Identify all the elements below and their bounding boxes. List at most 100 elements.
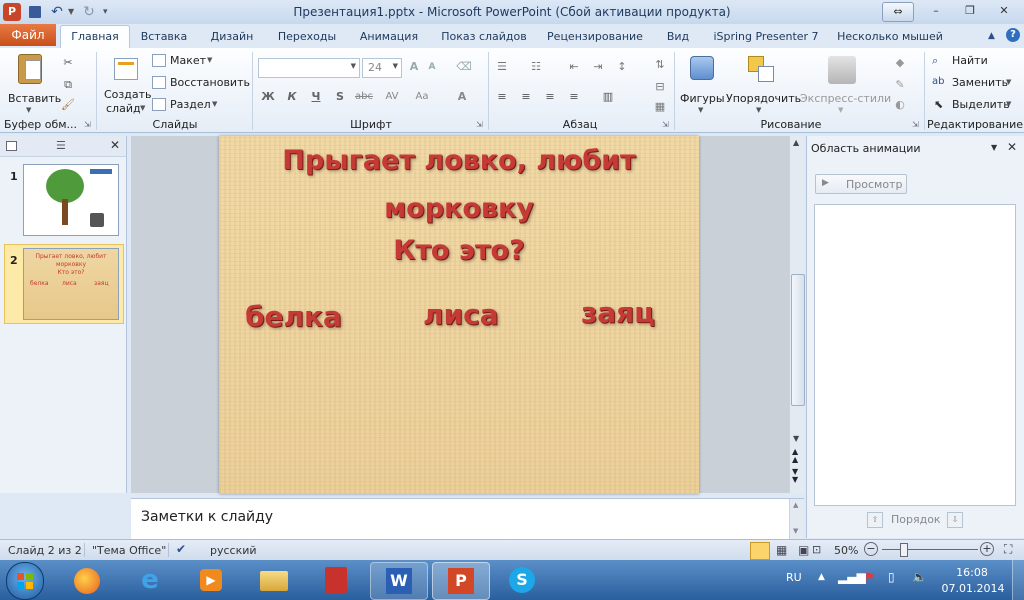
restore-ribbon-button[interactable]: ⇔ <box>882 2 914 22</box>
pane-options-icon[interactable]: ▼ <box>991 143 997 152</box>
zoom-out-icon[interactable]: − <box>864 542 878 556</box>
copy-icon[interactable]: ⧉ <box>60 78 76 92</box>
preview-button[interactable]: ▶ Просмотр <box>815 174 907 194</box>
taskbar-explorer[interactable] <box>246 562 302 598</box>
paragraph-launcher-icon[interactable]: ⇲ <box>662 120 669 129</box>
bullets-icon[interactable]: ☰ <box>494 60 510 74</box>
tab-insert[interactable]: Вставка <box>134 27 194 47</box>
scroll-down-icon[interactable]: ▼ <box>793 434 799 443</box>
close-animation-pane-icon[interactable]: ✕ <box>1007 140 1017 154</box>
tab-view[interactable]: Вид <box>660 27 696 47</box>
show-desktop-button[interactable] <box>1012 560 1024 600</box>
slide-question-line-1[interactable]: Прыгает ловко, любит <box>219 146 699 176</box>
language-indicator[interactable]: русский <box>210 544 257 557</box>
align-right-icon[interactable]: ≡ <box>542 90 558 104</box>
minimize-button[interactable]: – <box>924 2 948 20</box>
text-direction-icon[interactable]: ⇅ <box>652 58 668 72</box>
normal-view-icon[interactable] <box>750 542 770 560</box>
zoom-slider-track[interactable] <box>882 549 978 550</box>
scroll-thumb[interactable] <box>791 274 805 406</box>
vertical-scrollbar[interactable]: ▲ ▼ ▲ ▲ ▼ ▼ <box>789 136 805 493</box>
tab-design[interactable]: Дизайн <box>204 27 260 47</box>
bold-button[interactable]: Ж <box>260 90 276 104</box>
device-icon[interactable]: ▯ <box>888 570 895 584</box>
collapse-ribbon-icon[interactable]: ▲ <box>988 31 995 41</box>
align-center-icon[interactable]: ≡ <box>518 90 534 104</box>
shrink-font-icon[interactable]: A <box>424 60 440 74</box>
tab-slideshow[interactable]: Показ слайдов <box>438 27 530 47</box>
decrease-indent-icon[interactable]: ⇤ <box>566 60 582 74</box>
tab-animation[interactable]: Анимация <box>354 27 424 47</box>
maximize-button[interactable]: ❐ <box>958 2 982 20</box>
tab-review[interactable]: Рецензирование <box>544 27 646 47</box>
slide-question-line-2[interactable]: морковку <box>219 194 699 224</box>
drawing-launcher-icon[interactable]: ⇲ <box>912 120 919 129</box>
clear-format-icon[interactable]: ⌫ <box>456 60 472 74</box>
tab-transitions[interactable]: Переходы <box>272 27 342 47</box>
strikethrough-button[interactable]: abc <box>354 90 374 104</box>
taskbar-word[interactable]: W <box>370 562 428 600</box>
slide-sorter-view-icon[interactable]: ▦ <box>776 543 787 557</box>
taskbar-firefox[interactable] <box>60 562 116 598</box>
answer-hare[interactable]: заяц <box>581 296 655 329</box>
italic-button[interactable]: К <box>284 90 300 104</box>
notes-scroll-up-icon[interactable]: ▲ <box>793 501 798 509</box>
align-left-icon[interactable]: ≡ <box>494 90 510 104</box>
taskbar-powerpoint[interactable]: P <box>432 562 490 600</box>
underline-button[interactable]: Ч <box>308 90 324 104</box>
taskbar-skype[interactable]: S <box>494 562 550 598</box>
tab-ispring[interactable]: iSpring Presenter 7 <box>710 27 822 47</box>
show-hidden-icons[interactable]: ▲ <box>818 572 825 582</box>
zoom-level[interactable]: 50% <box>834 544 858 557</box>
taskbar-app-red[interactable] <box>308 562 364 598</box>
notes-pane[interactable]: Заметки к слайду ▲ ▼ <box>131 498 804 539</box>
scroll-up-icon[interactable]: ▲ <box>793 138 799 147</box>
zoom-in-icon[interactable]: + <box>980 542 994 556</box>
numbering-icon[interactable]: ☷ <box>528 60 544 74</box>
answer-squirrel[interactable]: белка <box>245 300 342 333</box>
next-slide-icon[interactable]: ▼ ▼ <box>792 468 798 484</box>
format-painter-icon[interactable]: 🖌 <box>60 98 76 112</box>
align-text-icon[interactable]: ⊟ <box>652 80 668 94</box>
answer-fox[interactable]: лиса <box>423 298 499 331</box>
shape-fill-icon[interactable]: ◆ <box>892 56 908 70</box>
shape-outline-icon[interactable]: ✎ <box>892 78 908 92</box>
action-center-icon[interactable]: ⚑ <box>864 570 875 584</box>
clipboard-launcher-icon[interactable]: ⇲ <box>84 120 91 129</box>
smartart-icon[interactable]: ▦ <box>652 100 668 114</box>
shadow-button[interactable]: S <box>332 90 348 104</box>
zoom-slider-thumb[interactable] <box>900 543 908 557</box>
volume-icon[interactable]: 🔈 <box>912 570 927 584</box>
network-icon[interactable]: ▂▄▆ <box>838 570 866 584</box>
spelling-check-icon[interactable]: ✔ <box>176 542 186 556</box>
justify-icon[interactable]: ≡ <box>566 90 582 104</box>
notes-scroll-down-icon[interactable]: ▼ <box>793 527 798 535</box>
char-spacing-button[interactable]: AV <box>382 90 402 104</box>
previous-slide-icon[interactable]: ▲ ▲ <box>792 448 798 464</box>
close-button[interactable]: ✕ <box>992 2 1016 20</box>
notes-scrollbar[interactable]: ▲ ▼ <box>789 499 804 539</box>
taskbar-internet-explorer[interactable]: e <box>122 562 178 598</box>
change-case-button[interactable]: Aa <box>412 90 432 104</box>
outline-tab-icon[interactable]: ☰ <box>56 139 66 152</box>
font-name-combo[interactable]: ▼ <box>258 58 360 78</box>
tab-file[interactable]: Файл <box>0 24 56 46</box>
clock-time[interactable]: 16:08 <box>942 566 1002 579</box>
help-icon[interactable]: ? <box>1006 28 1020 42</box>
slide-thumbnail-1[interactable] <box>23 164 119 236</box>
shape-effects-icon[interactable]: ◐ <box>892 98 908 112</box>
slide-canvas[interactable]: Прыгает ловко, любит морковку Кто это? б… <box>219 136 699 494</box>
start-button[interactable] <box>6 562 44 600</box>
font-launcher-icon[interactable]: ⇲ <box>476 120 483 129</box>
paste-button[interactable]: Вставить ▼ <box>8 52 61 114</box>
taskbar-media-player[interactable]: ▶ <box>184 562 240 598</box>
clock-date[interactable]: 07.01.2014 <box>936 582 1010 595</box>
increase-indent-icon[interactable]: ⇥ <box>590 60 606 74</box>
keyboard-language[interactable]: RU <box>786 571 802 584</box>
cut-icon[interactable]: ✂ <box>60 56 76 70</box>
arrange-button[interactable]: Упорядочить ▼ <box>726 52 801 114</box>
tab-home[interactable]: Главная <box>60 25 130 49</box>
slide-question-line-3[interactable]: Кто это? <box>219 236 699 266</box>
slides-tab-icon[interactable] <box>6 141 17 151</box>
close-pane-icon[interactable]: ✕ <box>110 138 120 152</box>
